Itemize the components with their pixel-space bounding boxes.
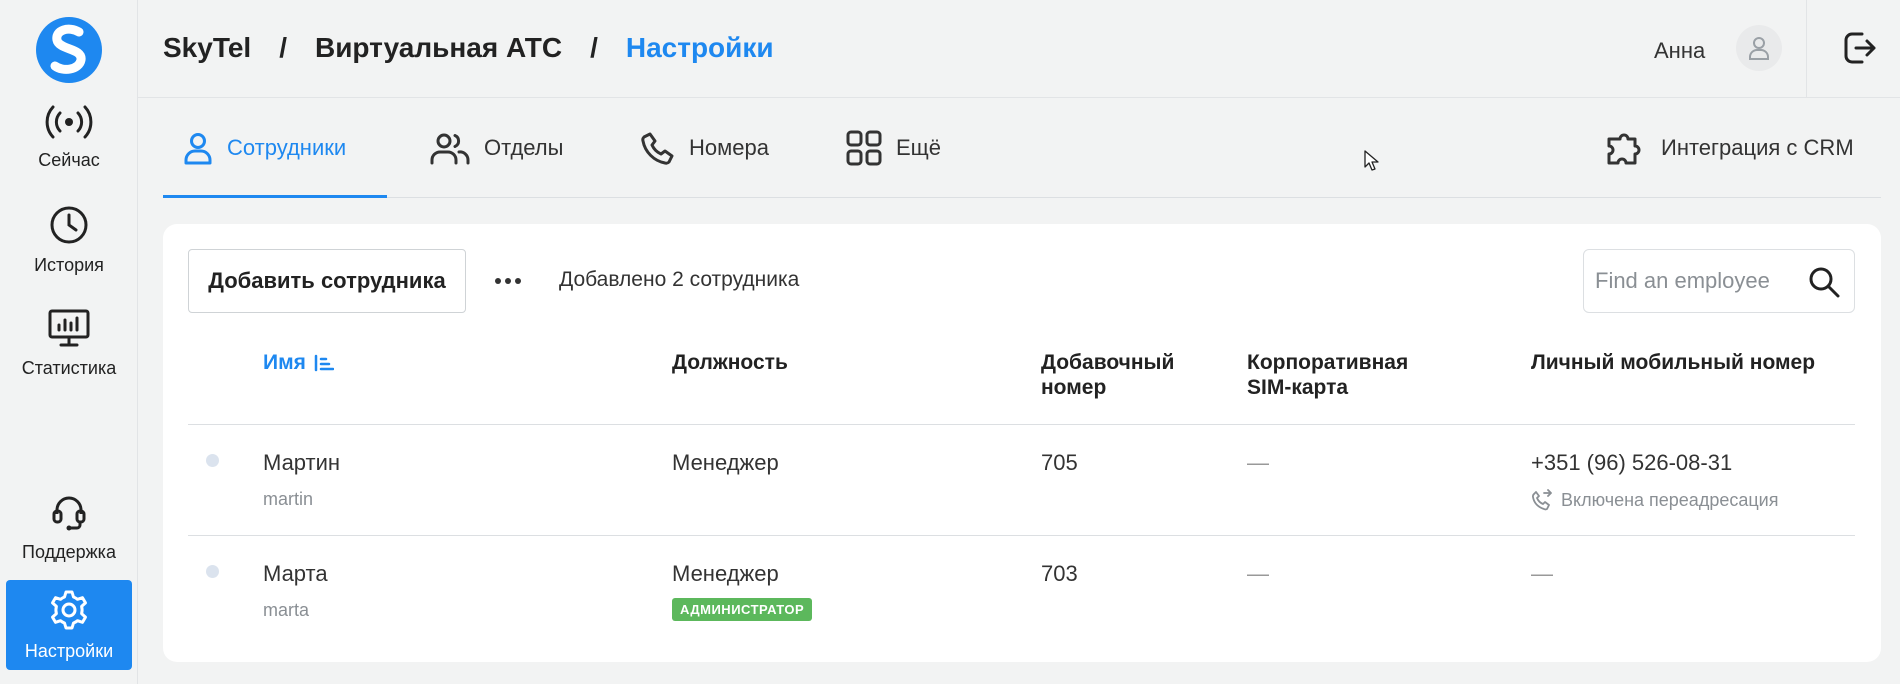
header: SkyTel / Виртуальная АТС / Настройки Анн… [138, 0, 1900, 98]
column-header-corporate-sim: Корпоративная SIM-карта [1247, 351, 1409, 399]
column-header-position: Должность [672, 351, 788, 374]
employee-position: Менеджер [672, 561, 779, 586]
sidebar-item-now[interactable]: Сейчас [6, 92, 132, 182]
employee-login: martin [263, 489, 314, 509]
breadcrumb-separator: / [279, 32, 287, 63]
employee-count-text: Добавлено 2 сотрудника [559, 268, 800, 291]
breadcrumb-item-pbx[interactable]: Виртуальная АТС [315, 32, 562, 64]
employee-position: Менеджер [672, 450, 779, 475]
logout-button[interactable] [1842, 30, 1878, 66]
monitor-chart-icon [48, 309, 90, 346]
forwarding-status: Включена переадресация [1531, 489, 1778, 511]
gear-icon [51, 590, 87, 629]
sidebar-item-label: Поддержка [22, 541, 116, 562]
tab-label: Номера [689, 135, 769, 160]
row-divider [188, 535, 1855, 536]
sidebar-item-label: Сейчас [38, 149, 100, 170]
more-actions-button[interactable] [488, 264, 528, 298]
search-box [1583, 249, 1855, 313]
status-dot [206, 565, 219, 578]
puzzle-icon [1607, 133, 1641, 165]
tabs-bar: Сотрудники Отделы Номера Ещё Интеграция … [163, 98, 1881, 198]
logout-icon [1844, 32, 1876, 64]
search-input[interactable] [1585, 251, 1805, 311]
dot-icon [505, 278, 511, 284]
crm-integration-link[interactable]: Интеграция с CRM [1605, 98, 1854, 198]
skytel-logo[interactable] [36, 17, 102, 83]
employee-name[interactable]: Марта [263, 561, 328, 587]
user-icon [1749, 37, 1769, 60]
dot-icon [495, 278, 501, 284]
tab-label: Отделы [484, 135, 564, 160]
clock-icon [50, 206, 88, 243]
tab-label: Ещё [896, 135, 942, 160]
mouse-cursor-icon [1364, 150, 1379, 171]
phone-icon [641, 132, 674, 165]
employee-personal-mobile: — [1531, 561, 1553, 586]
sidebar-item-history[interactable]: История [6, 195, 132, 285]
sidebar-item-settings[interactable]: Настройки [6, 580, 132, 670]
column-header-personal-mobile: Личный мобильный номер [1531, 351, 1816, 374]
column-header-label: Имя [263, 351, 306, 374]
sidebar-item-support[interactable]: Поддержка [6, 482, 132, 572]
tab-numbers[interactable]: Номера [641, 98, 769, 198]
grid-icon [846, 130, 882, 166]
sidebar-item-label: Статистика [21, 357, 117, 378]
tab-more[interactable]: Ещё [846, 98, 941, 198]
row-divider [188, 424, 1855, 425]
headset-icon [52, 496, 86, 530]
sort-icon [314, 354, 334, 371]
logo-s-icon [50, 24, 86, 74]
user-icon [184, 133, 212, 165]
user-name[interactable]: Анна [1654, 38, 1705, 64]
header-divider [1806, 0, 1807, 98]
tab-employees[interactable]: Сотрудники [183, 98, 346, 198]
status-dot [206, 454, 219, 467]
forwarding-label: Включена переадресация [1561, 489, 1779, 510]
add-employee-button[interactable]: Добавить сотрудника [188, 249, 466, 313]
breadcrumb: SkyTel / Виртуальная АТС / Настройки [163, 32, 774, 64]
employee-corporate-sim: — [1247, 561, 1269, 586]
active-tab-indicator [163, 195, 387, 198]
breadcrumb-item-current: Настройки [625, 32, 774, 63]
employees-card: Добавить сотрудника Добавлено 2 сотрудни… [163, 224, 1881, 662]
sidebar-item-label: История [34, 254, 104, 275]
dot-icon [515, 278, 521, 284]
column-header-name[interactable]: Имя [263, 350, 334, 375]
breadcrumb-item-company[interactable]: SkyTel [163, 32, 251, 64]
sidebar-item-label: Настройки [24, 640, 114, 661]
crm-integration-label: Интеграция с CRM [1661, 135, 1854, 160]
call-forward-icon [1532, 489, 1552, 511]
employee-login: marta [263, 600, 310, 620]
broadcast-icon [45, 105, 93, 138]
avatar[interactable] [1736, 25, 1782, 71]
sidebar-item-statistics[interactable]: Статистика [6, 298, 132, 388]
tab-label: Сотрудники [227, 135, 347, 160]
column-header-extension: Добавочный номер [1041, 351, 1175, 399]
breadcrumb-separator: / [590, 32, 598, 63]
search-icon[interactable] [1808, 266, 1840, 298]
sidebar: Сейчас История Статистика Поддержка Наст… [0, 0, 138, 684]
employee-personal-mobile: +351 (96) 526-08-31 [1531, 450, 1733, 475]
tab-departments[interactable]: Отделы [430, 98, 563, 198]
employee-corporate-sim: — [1247, 450, 1269, 475]
admin-badge: АДМИНИСТРАТОР [672, 598, 813, 621]
employee-extension: 703 [1041, 561, 1078, 586]
employee-name[interactable]: Мартин [263, 450, 340, 476]
employee-extension: 705 [1041, 450, 1078, 475]
users-icon [430, 133, 470, 165]
